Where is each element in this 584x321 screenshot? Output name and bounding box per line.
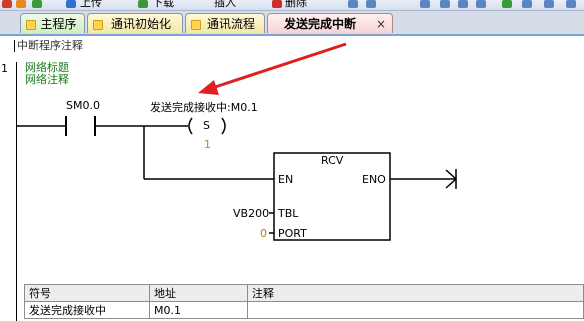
tbl-operand[interactable]: VB200	[233, 207, 269, 220]
annotation-arrow-head	[198, 80, 219, 95]
tbl-pin: TBL	[278, 207, 299, 220]
en-pin: EN	[278, 173, 294, 186]
ladder-diagram	[17, 42, 458, 241]
coil-label[interactable]: 发送完成接收中:M0.1	[150, 99, 258, 115]
column-header-address: 地址	[149, 284, 248, 302]
coil-left-arc[interactable]	[188, 117, 193, 135]
symbol-cell[interactable]: 发送完成接收中	[24, 301, 150, 319]
column-header-comment: 注释	[247, 284, 584, 302]
coil-right-arc[interactable]	[221, 117, 226, 135]
comment-cell[interactable]	[247, 301, 584, 319]
eno-pin: ENO	[362, 173, 386, 186]
contact-address[interactable]: SM0.0	[66, 99, 100, 112]
address-cell[interactable]: M0.1	[149, 301, 248, 319]
symbol-table-header: 符号 地址 注释	[24, 284, 584, 302]
port-operand[interactable]: 0	[260, 227, 267, 240]
annotation-arrow	[211, 42, 347, 90]
port-pin: PORT	[278, 227, 307, 240]
table-row[interactable]: 发送完成接收中 M0.1	[24, 301, 584, 319]
column-header-symbol: 符号	[24, 284, 150, 302]
coil-count[interactable]: 1	[204, 138, 211, 151]
box-name: RCV	[321, 154, 344, 167]
symbol-table: 符号 地址 注释 发送完成接收中 M0.1	[24, 284, 584, 319]
coil-type: S	[203, 119, 210, 132]
